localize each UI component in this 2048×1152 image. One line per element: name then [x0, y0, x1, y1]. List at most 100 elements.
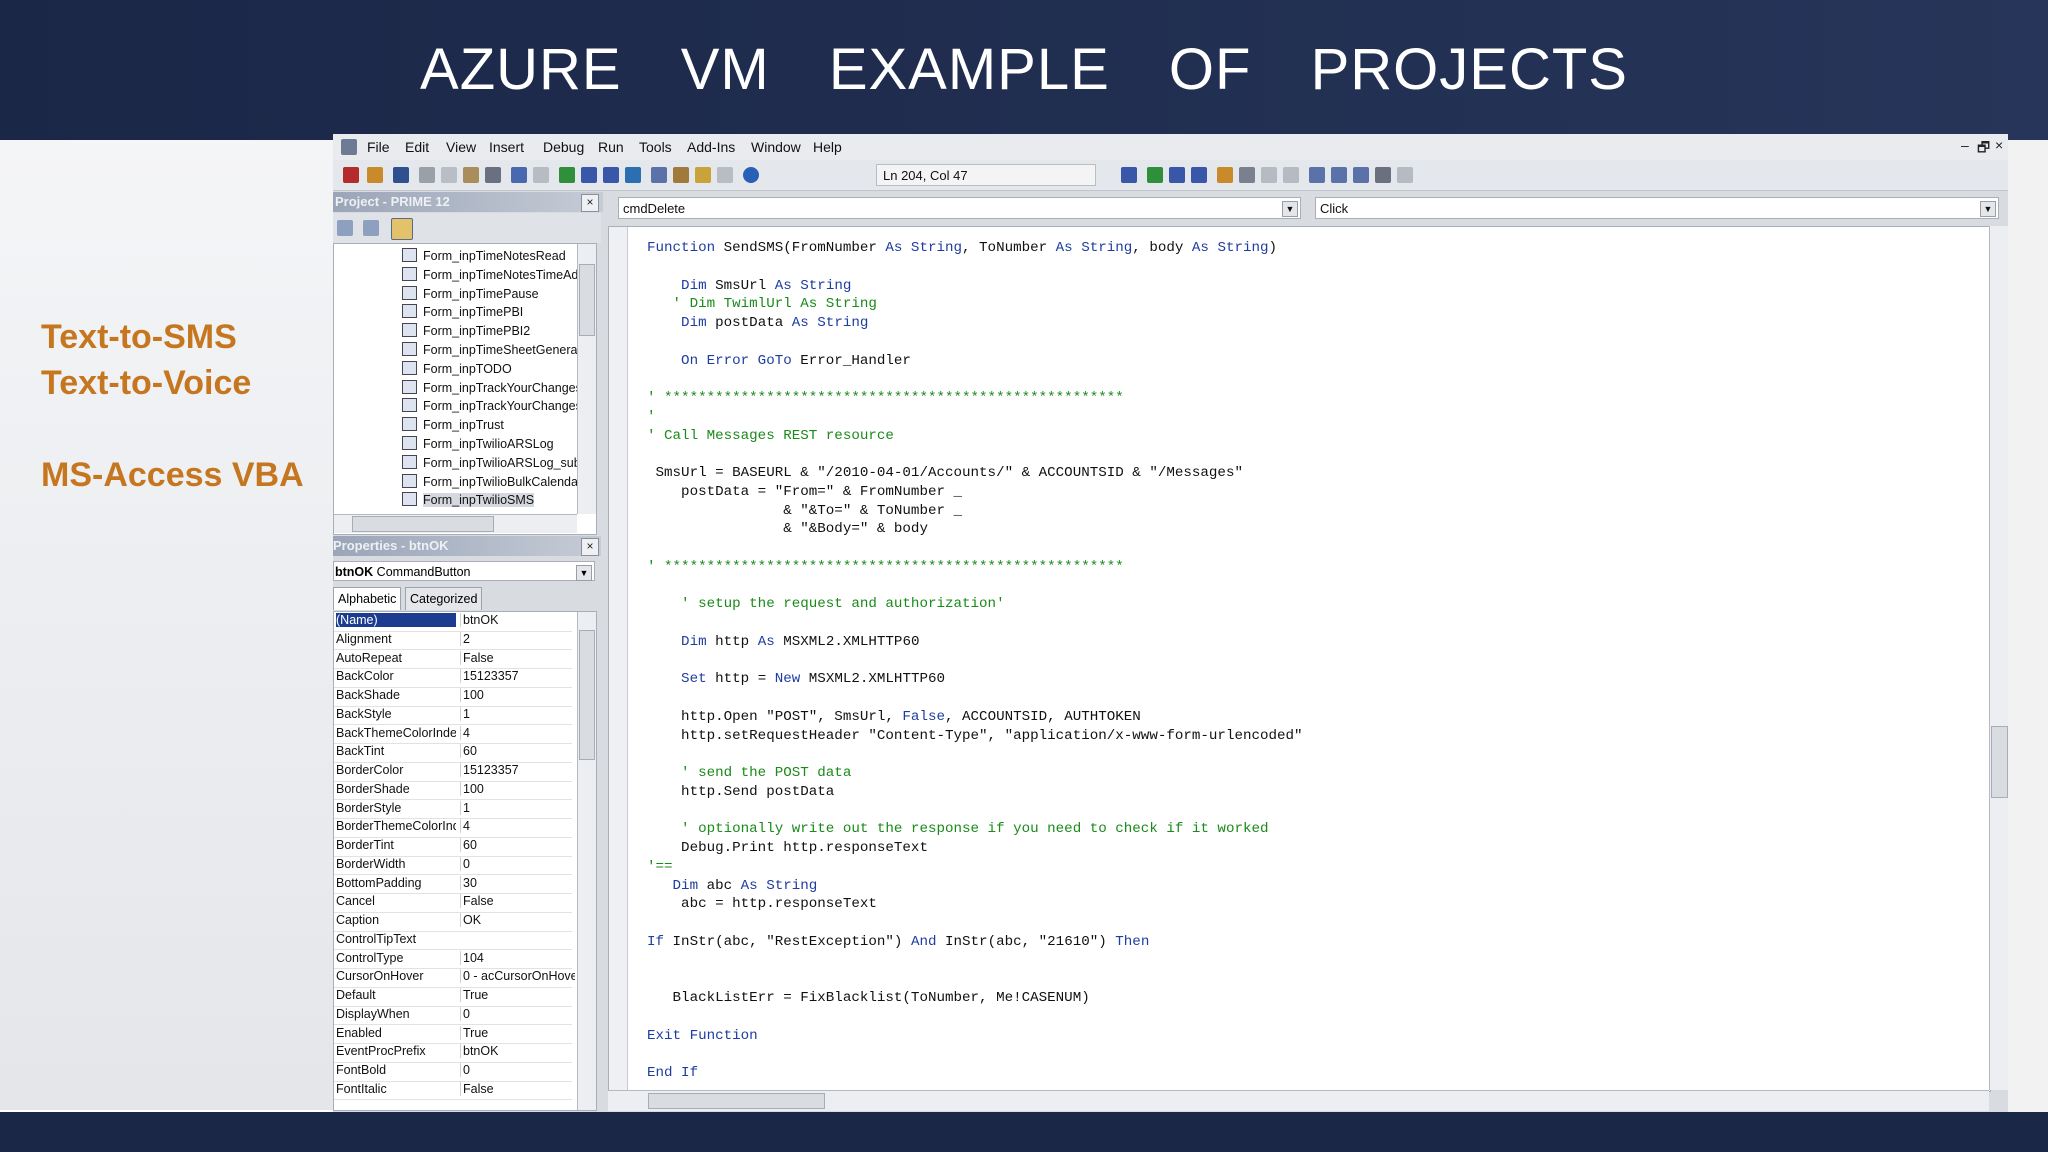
code-line[interactable]: ' Call Messages REST resource	[647, 427, 894, 445]
design-mode-icon[interactable]	[625, 167, 641, 183]
properties-vscroll[interactable]	[577, 612, 596, 1110]
restore-icon[interactable]: 🗗	[1977, 137, 1990, 161]
property-value[interactable]: 60	[460, 838, 575, 852]
code-line[interactable]: & "&Body=" & body	[647, 520, 928, 538]
property-row[interactable]: FontBold 0	[334, 1062, 572, 1082]
run-icon-2[interactable]	[1147, 167, 1163, 183]
code-line[interactable]: http.setRequestHeader "Content-Type", "a…	[647, 727, 1303, 745]
project-tree-item[interactable]: Form_inpTwilioARSLog_sub	[402, 454, 581, 473]
code-line[interactable]: Dim SmsUrl As String	[647, 277, 851, 295]
property-row[interactable]: FontItalic False	[334, 1081, 572, 1101]
property-value[interactable]: 104	[460, 950, 575, 965]
project-tree-item[interactable]: Form_inpTimeSheetGeneral	[402, 342, 580, 360]
property-value[interactable]: 2	[460, 631, 575, 646]
tab-categorized[interactable]: Categorized	[405, 587, 483, 610]
step-into-icon[interactable]	[1239, 167, 1255, 183]
code-line[interactable]: SmsUrl = BASEURL & "/2010-04-01/Accounts…	[647, 464, 1243, 482]
property-row[interactable]: Enabled True	[334, 1025, 572, 1045]
code-line[interactable]: http.Open "POST", SmsUrl, False, ACCOUNT…	[647, 708, 1141, 726]
break-icon-2[interactable]	[1169, 167, 1185, 183]
code-line[interactable]: Dim http As MSXML2.XMLHTTP60	[647, 633, 919, 651]
property-value[interactable]: btnOK	[460, 1044, 575, 1059]
code-line[interactable]: Dim postData As String	[647, 314, 868, 332]
code-line[interactable]: '	[647, 408, 656, 426]
property-value[interactable]: 0	[460, 1006, 575, 1021]
help-icon[interactable]	[743, 167, 759, 183]
code-line[interactable]: Dim abc As String	[647, 877, 818, 895]
property-row[interactable]: ControlTipText	[334, 931, 572, 951]
cut-icon[interactable]	[419, 167, 435, 183]
call-stack-icon[interactable]	[1397, 167, 1413, 183]
object-browser-icon[interactable]	[695, 167, 711, 183]
property-row[interactable]: EventProcPrefix btnOK	[334, 1043, 572, 1063]
property-row[interactable]: BackThemeColorIndex 4	[334, 725, 572, 745]
project-tree-item[interactable]: Form_inpTrackYourChanges	[402, 379, 582, 398]
property-row[interactable]: ControlType 104	[334, 950, 572, 970]
close-icon[interactable]: ×	[1995, 137, 2003, 153]
property-value[interactable]: True	[460, 988, 575, 1002]
property-value[interactable]: False	[460, 1081, 575, 1096]
break-icon[interactable]	[581, 167, 597, 183]
menu-tools[interactable]: Tools	[639, 139, 672, 155]
reset-icon[interactable]	[603, 167, 619, 183]
property-value[interactable]: 15123357	[460, 669, 575, 684]
project-tree-item[interactable]: Form_inpTimePBI	[402, 304, 523, 322]
save-icon[interactable]	[393, 167, 409, 183]
project-tree-item[interactable]: Form_inpTimeNotesRead	[402, 248, 566, 266]
project-tree-item[interactable]: Form_inpTwilioSMS	[402, 492, 535, 510]
watch-window-icon[interactable]	[1353, 167, 1369, 183]
toggle-breakpoint-icon[interactable]	[1217, 167, 1233, 183]
property-row[interactable]: BorderColor 15123357	[334, 762, 572, 782]
property-row[interactable]: BorderThemeColorIndex 4	[334, 818, 572, 838]
code-line[interactable]: ' Dim TwimlUrl As String	[647, 295, 877, 313]
redo-icon[interactable]	[533, 167, 549, 183]
project-tree-vscroll[interactable]	[577, 244, 596, 514]
code-line[interactable]: ' **************************************…	[647, 558, 1124, 576]
property-row[interactable]: BackShade 100	[334, 687, 572, 707]
undo-icon[interactable]	[511, 167, 527, 183]
code-vscroll-thumb[interactable]	[1991, 726, 2008, 798]
procedure-combo[interactable]: Click ▼	[1315, 197, 1999, 219]
project-tree-vscroll-thumb[interactable]	[579, 264, 595, 336]
step-over-icon[interactable]	[1261, 167, 1277, 183]
view-object-icon[interactable]	[363, 220, 379, 236]
code-line[interactable]: ' setup the request and authorization'	[647, 595, 1005, 613]
menu-view[interactable]: View	[446, 139, 476, 155]
property-value[interactable]: 0	[460, 1063, 575, 1077]
menu-edit[interactable]: Edit	[405, 139, 429, 155]
quick-watch-icon[interactable]	[1375, 167, 1391, 183]
code-line[interactable]: Debug.Print http.responseText	[647, 839, 928, 857]
property-row[interactable]: Default True	[334, 987, 572, 1007]
property-row[interactable]: Caption OK	[334, 912, 572, 932]
property-row[interactable]: AutoRepeat False	[334, 650, 572, 670]
property-value[interactable]: 100	[460, 781, 575, 796]
property-value[interactable]: 100	[460, 688, 575, 702]
project-tree-item[interactable]: Form_inpTrust	[402, 417, 504, 435]
code-line[interactable]: BlackListErr = FixBlacklist(ToNumber, Me…	[647, 989, 1090, 1007]
toggle-folders-icon[interactable]	[391, 218, 413, 240]
property-value[interactable]: 15123357	[460, 763, 575, 777]
code-line[interactable]: Function SendSMS(FromNumber As String, T…	[647, 239, 1277, 257]
code-line[interactable]: End If	[647, 1064, 698, 1082]
project-close-icon[interactable]: ×	[581, 194, 599, 212]
project-tree-item[interactable]: Form_inpTimePBI2	[402, 323, 530, 341]
step-out-icon[interactable]	[1283, 167, 1299, 183]
menu-add-ins[interactable]: Add-Ins	[687, 139, 735, 155]
code-line[interactable]: '==	[647, 858, 673, 876]
property-value[interactable]: 0 - acCursorOnHover	[460, 969, 575, 984]
code-line[interactable]: http.Send postData	[647, 783, 834, 801]
run-icon[interactable]	[559, 167, 575, 183]
property-row[interactable]: BorderStyle 1	[334, 800, 572, 820]
edit-icon[interactable]	[1121, 167, 1137, 183]
object-combo[interactable]: cmdDelete ▼	[618, 197, 1301, 219]
project-tree-item[interactable]: Form_inpTimePause	[402, 285, 539, 304]
property-value[interactable]: btnOK	[460, 613, 575, 627]
tab-alphabetic[interactable]: Alphabetic	[333, 587, 402, 610]
menu-debug[interactable]: Debug	[543, 139, 584, 155]
project-tree-item[interactable]: Form_inpTwilioARSLog	[402, 436, 554, 454]
property-row[interactable]: Cancel False	[334, 893, 572, 913]
code-hscroll[interactable]	[608, 1090, 1989, 1111]
properties-window-icon[interactable]	[673, 167, 689, 183]
property-value[interactable]: 1	[460, 800, 575, 815]
reset-icon-2[interactable]	[1191, 167, 1207, 183]
